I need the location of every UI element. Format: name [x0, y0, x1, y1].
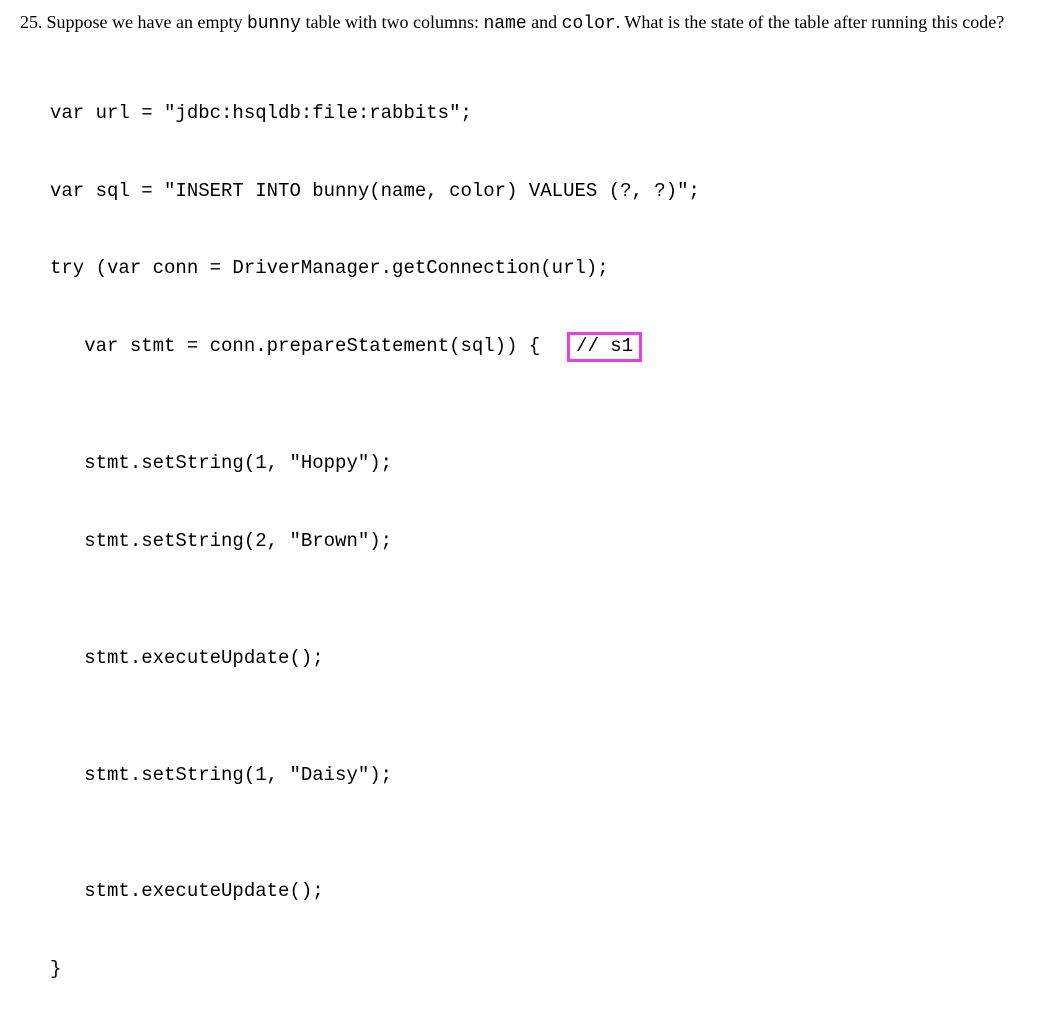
inline-code-color: color [562, 14, 616, 34]
code-line-9: stmt.executeUpdate(); [50, 872, 1017, 911]
question-number: 25. [20, 8, 43, 39]
code-line-1: var url = "jdbc:hsqldb:file:rabbits"; [50, 94, 1017, 133]
code-block: var url = "jdbc:hsqldb:file:rabbits"; va… [50, 55, 1017, 1028]
code-line-8: stmt.setString(1, "Daisy"); [50, 756, 1017, 795]
question-text: Suppose we have an empty bunny table wit… [47, 8, 1018, 39]
q-suffix: . What is the state of the table after r… [616, 12, 1005, 32]
q-prefix: Suppose we have an empty [47, 12, 247, 32]
code-line-7: stmt.executeUpdate(); [50, 639, 1017, 678]
inline-code-bunny: bunny [247, 14, 301, 34]
code-line-2: var sql = "INSERT INTO bunny(name, color… [50, 172, 1017, 211]
q-mid1: table with two columns: [301, 12, 483, 32]
code-line-10: } [50, 950, 1017, 989]
code-line-5: stmt.setString(1, "Hoppy"); [50, 444, 1017, 483]
code-line-4-body: var stmt = conn.prepareStatement(sql)) { [50, 335, 563, 357]
code-line-3: try (var conn = DriverManager.getConnect… [50, 249, 1017, 288]
question-block: 25. Suppose we have an empty bunny table… [20, 8, 1017, 39]
inline-code-name: name [483, 14, 526, 34]
code-line-6: stmt.setString(2, "Brown"); [50, 522, 1017, 561]
highlighted-comment: // s1 [567, 332, 642, 362]
q-mid2: and [527, 12, 562, 32]
code-line-4: var stmt = conn.prepareStatement(sql)) {… [50, 327, 1017, 366]
